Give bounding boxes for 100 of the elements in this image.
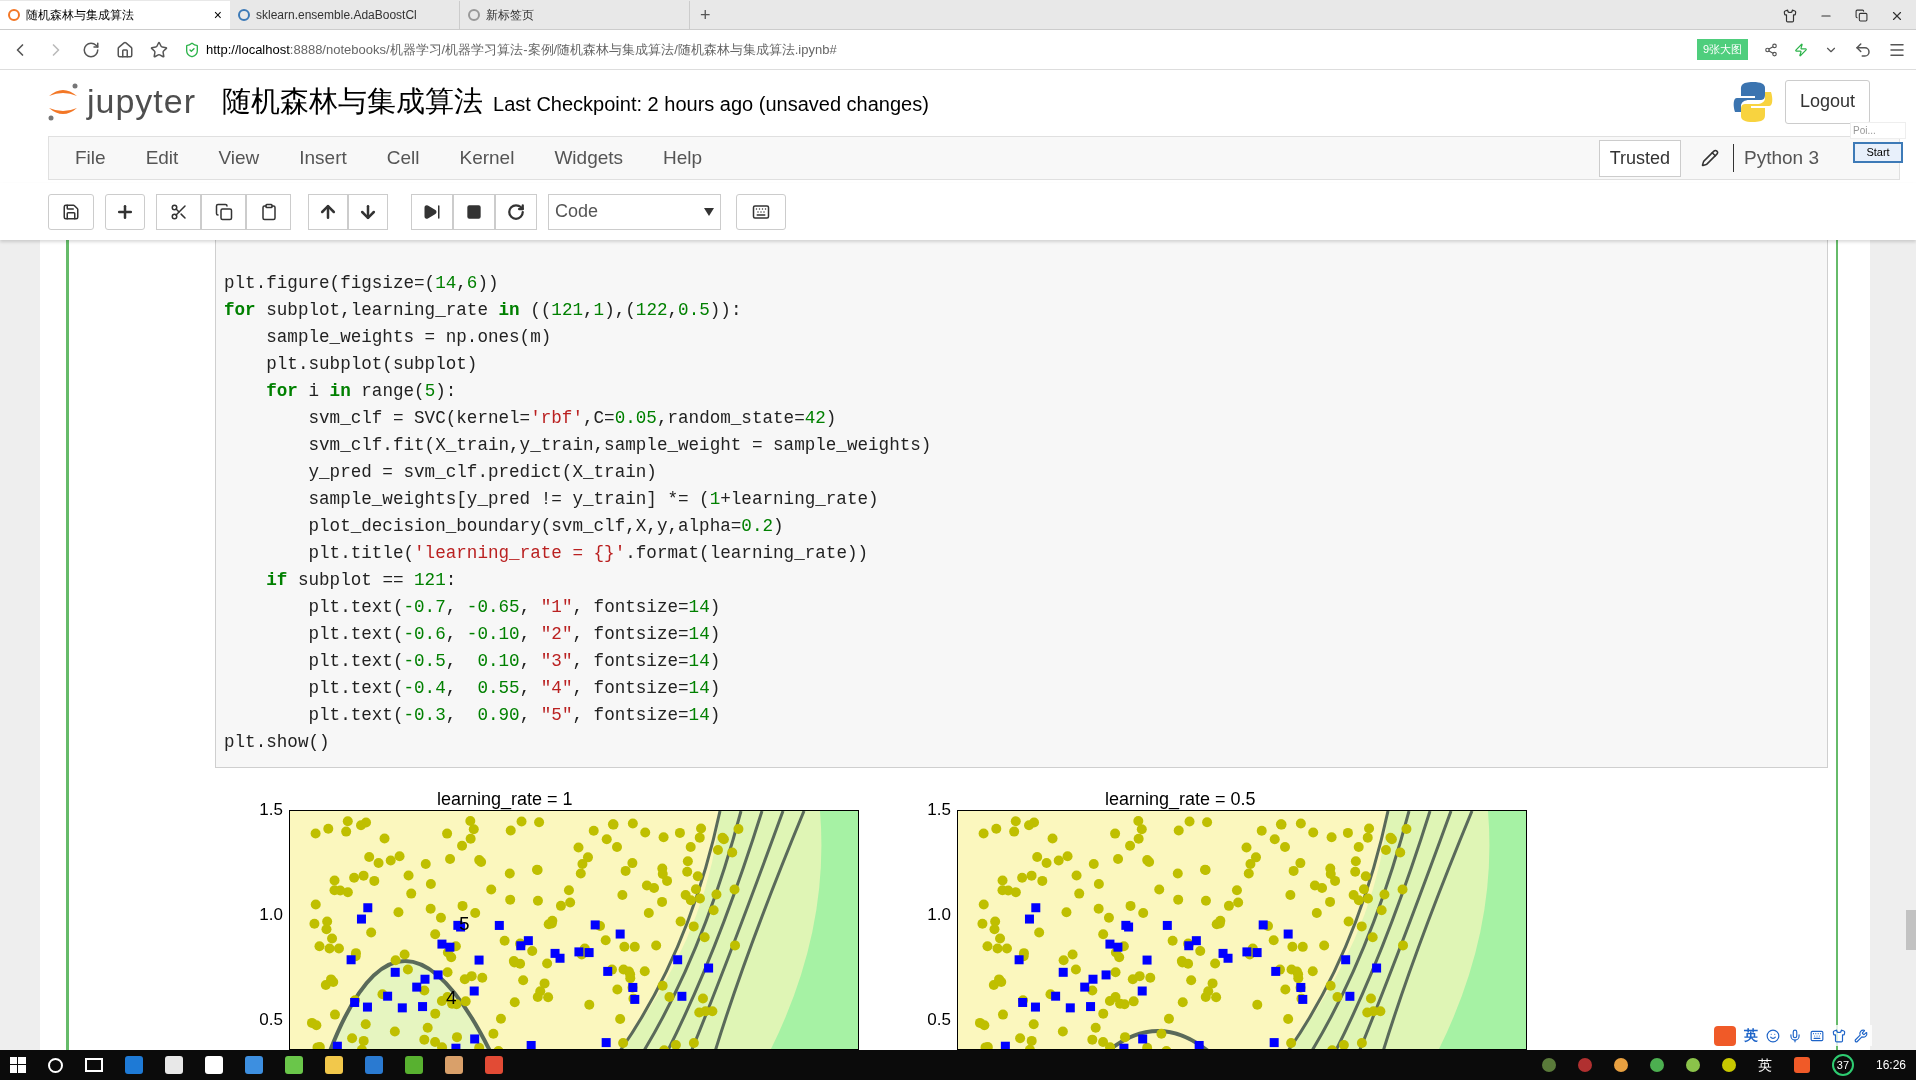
tray-icon[interactable] bbox=[1649, 1058, 1664, 1072]
save-button[interactable] bbox=[48, 193, 94, 230]
cut-button[interactable] bbox=[156, 193, 201, 230]
ime-language[interactable]: 英 bbox=[1744, 1025, 1758, 1046]
task-view-icon[interactable] bbox=[85, 1058, 103, 1072]
step-forward-icon bbox=[423, 202, 441, 221]
undo-icon[interactable] bbox=[1854, 40, 1872, 59]
code-line: plt.text(-0.5, 0.10, "3", fontsize=14) bbox=[307, 650, 722, 673]
code-line: plt.subplot(subplot) bbox=[265, 353, 479, 376]
tab-close[interactable]: × bbox=[213, 4, 222, 26]
y-tick-label: 1.0 bbox=[259, 905, 283, 925]
menu-item[interactable]: Cell bbox=[386, 143, 420, 173]
y-tick-label: 0.5 bbox=[927, 1010, 951, 1030]
home-icon[interactable] bbox=[116, 40, 134, 59]
start-icon[interactable] bbox=[10, 1057, 26, 1073]
copy-icon bbox=[214, 202, 233, 221]
microphone-icon[interactable] bbox=[1788, 1028, 1802, 1043]
start-button[interactable]: Start bbox=[1853, 142, 1903, 163]
ime-logo-icon[interactable] bbox=[1714, 1025, 1736, 1046]
copy-button[interactable] bbox=[201, 193, 246, 230]
scrollbar-thumb[interactable] bbox=[1906, 910, 1916, 950]
menu-item[interactable]: Widgets bbox=[554, 143, 624, 173]
move-down-button[interactable] bbox=[348, 193, 388, 230]
share-icon[interactable] bbox=[1764, 42, 1778, 57]
tray-icon[interactable] bbox=[1721, 1058, 1736, 1072]
trusted-indicator[interactable]: Trusted bbox=[1598, 139, 1681, 177]
kernel-name: Python 3 bbox=[1733, 143, 1819, 173]
scissors-icon bbox=[169, 202, 188, 221]
tray-icon[interactable] bbox=[1613, 1058, 1628, 1072]
skin-icon[interactable] bbox=[1783, 9, 1797, 23]
emoji-icon[interactable] bbox=[1766, 1028, 1780, 1043]
insert-cell-button[interactable] bbox=[105, 193, 145, 230]
code-line: plt.title('learning_rate = {}'.format(learning_rate)) bbox=[307, 542, 870, 565]
run-button[interactable] bbox=[411, 193, 453, 230]
y-tick-label: 1.5 bbox=[259, 800, 283, 820]
code-cell[interactable] bbox=[215, 240, 1828, 768]
plot-title: learning_rate = 0.5 bbox=[1105, 788, 1256, 810]
clipboard-icon bbox=[259, 202, 278, 221]
jupyter-wordmark: jupyter bbox=[87, 81, 197, 122]
menu-item[interactable]: Insert bbox=[299, 143, 347, 173]
tab-favicon-icon bbox=[468, 9, 480, 21]
save-icon bbox=[62, 202, 80, 221]
y-tick-label: 1.0 bbox=[927, 905, 951, 925]
y-tick-label: 1.5 bbox=[927, 800, 951, 820]
logout-button[interactable]: Logout bbox=[1784, 79, 1870, 124]
shirt-icon[interactable] bbox=[1832, 1028, 1846, 1043]
restart-button[interactable] bbox=[495, 193, 537, 230]
reload-icon[interactable] bbox=[82, 40, 100, 59]
tray-badge[interactable]: 37 bbox=[1831, 1054, 1854, 1076]
menu-item[interactable]: View bbox=[218, 143, 260, 173]
code-line: for i in range(5): bbox=[265, 380, 458, 403]
tab-favicon-icon bbox=[8, 9, 20, 21]
url-text[interactable]: http://localhost:8888/notebooks/机器学习/机器学习算法-案例/随机森林与集成算法/随机森林与集成算法.ipynb# bbox=[206, 39, 837, 60]
restore-icon[interactable] bbox=[1855, 9, 1868, 22]
keyboard-icon bbox=[752, 202, 770, 221]
wrench-icon[interactable] bbox=[1854, 1028, 1868, 1043]
move-up-button[interactable] bbox=[308, 193, 348, 230]
menu-item[interactable]: Kernel bbox=[459, 143, 515, 173]
close-icon[interactable] bbox=[1890, 9, 1904, 23]
code-line: y_pred = svm_clf.predict(X_train) bbox=[307, 461, 658, 484]
code-line: plt.text(-0.3, 0.90, "5", fontsize=14) bbox=[307, 704, 722, 727]
edit-mode-icon bbox=[1701, 149, 1719, 167]
new-tab-button[interactable]: + bbox=[690, 1, 721, 29]
plot-annotation: 5 bbox=[459, 914, 470, 933]
clock[interactable]: 16:26 bbox=[1875, 1056, 1906, 1074]
tab-title: 新标签页 bbox=[486, 7, 535, 24]
code-line: plot_decision_boundary(svm_clf,X,y,alpha=0.2) bbox=[307, 515, 785, 538]
lightning-icon[interactable] bbox=[1794, 42, 1808, 57]
code-line: sample_weights = np.ones(m) bbox=[265, 326, 553, 349]
tab-title: 随机森林与集成算法 bbox=[26, 7, 135, 24]
paste-button[interactable] bbox=[246, 193, 291, 230]
browser-tab[interactable]: 随机森林与集成算法 × bbox=[0, 1, 230, 29]
popup-label: Poi... bbox=[1850, 122, 1906, 139]
search-icon[interactable] bbox=[48, 1057, 63, 1073]
tray-icon[interactable] bbox=[1685, 1058, 1700, 1072]
code-line: plt.text(-0.6, -0.10, "2", fontsize=14) bbox=[307, 623, 722, 646]
code-line: for subplot,learning_rate in ((121,1),(122,0.5)): bbox=[224, 299, 743, 322]
notebook-title[interactable]: 随机森林与集成算法 bbox=[222, 79, 484, 124]
bookmark-icon[interactable] bbox=[150, 40, 168, 59]
code-line: svm_clf = SVC(kernel='rbf',C=0.05,random_state=42) bbox=[307, 407, 838, 430]
code-line: plt.show() bbox=[224, 731, 331, 754]
checkpoint-status: Last Checkpoint: 2 hours ago (unsaved changes) bbox=[493, 91, 929, 117]
tab-title: sklearn.ensemble.AdaBoostCl bbox=[256, 7, 418, 24]
code-line: sample_weights[y_pred != y_train] *= (1+learning_rate) bbox=[307, 488, 880, 511]
code-line: svm_clf.fit(X_train,y_train,sample_weight = sample_weights) bbox=[307, 434, 933, 457]
menu-item[interactable]: Help bbox=[663, 143, 703, 173]
code-line: plt.figure(figsize=(14,6)) bbox=[224, 272, 500, 295]
code-line: plt.text(-0.7, -0.65, "1", fontsize=14) bbox=[307, 596, 722, 619]
y-tick-label: 0.5 bbox=[259, 1010, 283, 1030]
code-line: if subplot == 121: bbox=[265, 569, 458, 592]
menu-item[interactable]: Edit bbox=[145, 143, 179, 173]
stop-button[interactable] bbox=[453, 193, 495, 230]
tray-language[interactable]: 英 bbox=[1757, 1054, 1772, 1076]
keyboard-icon[interactable] bbox=[1810, 1028, 1824, 1043]
keyboard-shortcuts-button[interactable] bbox=[736, 193, 786, 230]
menu-item[interactable]: File bbox=[75, 143, 106, 173]
code-line: plt.text(-0.4, 0.55, "4", fontsize=14) bbox=[307, 677, 722, 700]
plot-annotation: 4 bbox=[446, 988, 457, 1007]
cell-type-dropdown[interactable]: Code bbox=[548, 193, 721, 230]
tray-ime-icon[interactable] bbox=[1793, 1057, 1810, 1073]
